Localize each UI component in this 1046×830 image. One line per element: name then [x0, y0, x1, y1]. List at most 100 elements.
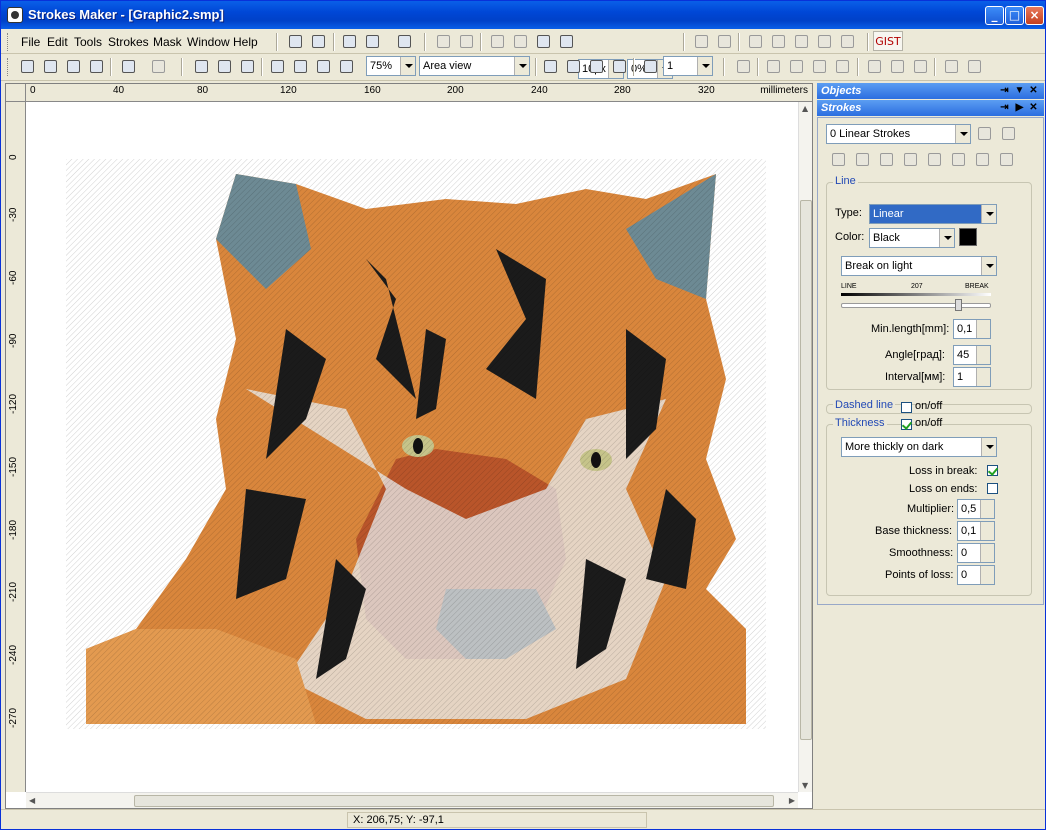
layer-button[interactable] [640, 57, 660, 77]
loss-break-checkbox[interactable] [987, 465, 998, 476]
break-slider-thumb[interactable] [955, 299, 962, 311]
interval-spinner[interactable]: 1 [953, 367, 991, 387]
stroke-action-3-button[interactable] [809, 57, 829, 77]
objects-panel-title[interactable]: Objects ⇥ ▼ ✕ [817, 83, 1044, 99]
color-swatch[interactable] [959, 228, 977, 246]
redo-button[interactable] [714, 32, 734, 52]
stroke-action-7-button[interactable] [910, 57, 930, 77]
gist-button[interactable]: GIST [873, 31, 903, 51]
canvas-area[interactable]: 0 40 80 120 160 200 240 280 320 millimet… [5, 83, 813, 809]
select-tool-button[interactable] [191, 57, 211, 77]
mask-tool-button[interactable] [308, 32, 328, 52]
frame-button[interactable] [339, 32, 359, 52]
menu-strokes[interactable]: Strokes [108, 35, 149, 49]
multiplier-spinner[interactable]: 0,5 [957, 499, 995, 519]
image-button[interactable] [362, 32, 382, 52]
stroke-op-1-button[interactable] [828, 150, 848, 170]
stroke-op-4-button[interactable] [900, 150, 920, 170]
zoom-actual-button[interactable] [336, 57, 356, 77]
eraser-tool-button[interactable] [285, 32, 305, 52]
delete-button[interactable] [837, 32, 857, 52]
stroke-op-8-button[interactable] [996, 150, 1016, 170]
color-select[interactable]: Black [869, 228, 955, 248]
export-button[interactable] [394, 32, 414, 52]
new-file-button[interactable] [17, 57, 37, 77]
menu-window[interactable]: Window [187, 35, 230, 49]
save-button[interactable] [86, 57, 106, 77]
open-file-button[interactable] [40, 57, 60, 77]
ruler-tool-button[interactable] [237, 57, 257, 77]
horizontal-scroll-thumb[interactable] [134, 795, 774, 807]
lasso-add-icon[interactable] [510, 32, 530, 52]
open-folder-button[interactable] [63, 57, 83, 77]
chevron-right-icon[interactable]: ▶ [1014, 102, 1025, 113]
node-tool-button[interactable] [214, 57, 234, 77]
stroke-action-6-button[interactable] [887, 57, 907, 77]
stroke-action-5-button[interactable] [864, 57, 884, 77]
thickness-mode-select[interactable]: More thickly on dark [841, 437, 997, 457]
toolbar-grip[interactable] [7, 33, 10, 51]
zoom-out-button[interactable] [290, 57, 310, 77]
stroke-action-2-button[interactable] [786, 57, 806, 77]
close-icon[interactable]: ✕ [1028, 102, 1039, 113]
dashed-checkbox[interactable] [901, 402, 912, 413]
pencil-icon[interactable] [456, 32, 476, 52]
angle-spinner[interactable]: 45 [953, 345, 991, 365]
copy-button[interactable] [745, 32, 765, 52]
ruler-corner[interactable] [6, 84, 26, 102]
menu-tools[interactable]: Tools [74, 35, 102, 49]
scroll-right-arrow-icon[interactable]: ▶ [789, 796, 795, 805]
menu-edit[interactable]: Edit [47, 35, 68, 49]
stroke-action-4-button[interactable] [832, 57, 852, 77]
stroke-op-6-button[interactable] [948, 150, 968, 170]
maximize-button[interactable]: □ [1005, 6, 1024, 25]
loss-ends-checkbox[interactable] [987, 483, 998, 494]
export-image-button[interactable] [148, 57, 168, 77]
cut-button[interactable] [768, 32, 788, 52]
view-strokes-button[interactable] [563, 57, 583, 77]
horizontal-scrollbar[interactable]: ◀ ▶ [26, 792, 798, 808]
import-button[interactable] [118, 57, 138, 77]
tiger-artwork[interactable] [66, 159, 766, 729]
stamp-icon[interactable] [433, 32, 453, 52]
zoom-fit-button[interactable] [313, 57, 333, 77]
menu-file[interactable]: File [21, 35, 40, 49]
scroll-up-arrow-icon[interactable]: ▲ [802, 104, 808, 113]
scroll-left-arrow-icon[interactable]: ◀ [29, 796, 35, 805]
strokes-panel-title[interactable]: Strokes ⇥ ▶ ✕ [817, 100, 1044, 116]
base-thickness-spinner[interactable]: 0,1 [957, 521, 995, 541]
stroke-action-1-button[interactable] [763, 57, 783, 77]
lasso-sub-icon[interactable] [533, 32, 553, 52]
undo-button[interactable] [691, 32, 711, 52]
lasso-icon[interactable] [487, 32, 507, 52]
layer-action-button[interactable] [733, 57, 753, 77]
chevron-down-icon[interactable]: ▼ [1014, 85, 1025, 96]
app-icon[interactable] [7, 7, 23, 23]
vertical-ruler[interactable]: 0 -30 -60 -90 -120 -150 -180 -210 -240 -… [6, 102, 26, 792]
stroke-op-3-button[interactable] [876, 150, 896, 170]
line-mode-select[interactable]: Break on light [841, 256, 997, 276]
minimize-button[interactable]: _ [985, 6, 1004, 25]
thickness-checkbox[interactable] [901, 419, 912, 430]
stroke-action-8-button[interactable] [941, 57, 961, 77]
toolbar-grip[interactable] [7, 58, 10, 76]
horizontal-ruler[interactable]: 0 40 80 120 160 200 240 280 320 millimet… [26, 84, 812, 102]
menu-mask[interactable]: Mask [153, 35, 182, 49]
view-original-button[interactable] [540, 57, 560, 77]
paste-button[interactable] [791, 32, 811, 52]
view-mode-select[interactable]: Area view [419, 56, 530, 76]
duplicate-button[interactable] [814, 32, 834, 52]
vertical-scrollbar[interactable]: ▲ ▼ [798, 102, 812, 792]
lasso-fill-icon[interactable] [556, 32, 576, 52]
view-combined-button[interactable] [609, 57, 629, 77]
preset-select[interactable]: 0 Linear Strokes [826, 124, 971, 144]
scroll-down-arrow-icon[interactable]: ▼ [802, 781, 808, 790]
menu-help[interactable]: Help [233, 35, 258, 49]
zoom-select[interactable]: 75% [366, 56, 416, 76]
min-length-spinner[interactable]: 0,1 [953, 319, 991, 339]
layer-select[interactable]: 1 [663, 56, 713, 76]
save-preset-button[interactable] [998, 124, 1018, 144]
view-mask-button[interactable] [586, 57, 606, 77]
zoom-in-button[interactable] [267, 57, 287, 77]
pin-icon[interactable]: ⇥ [999, 102, 1010, 113]
